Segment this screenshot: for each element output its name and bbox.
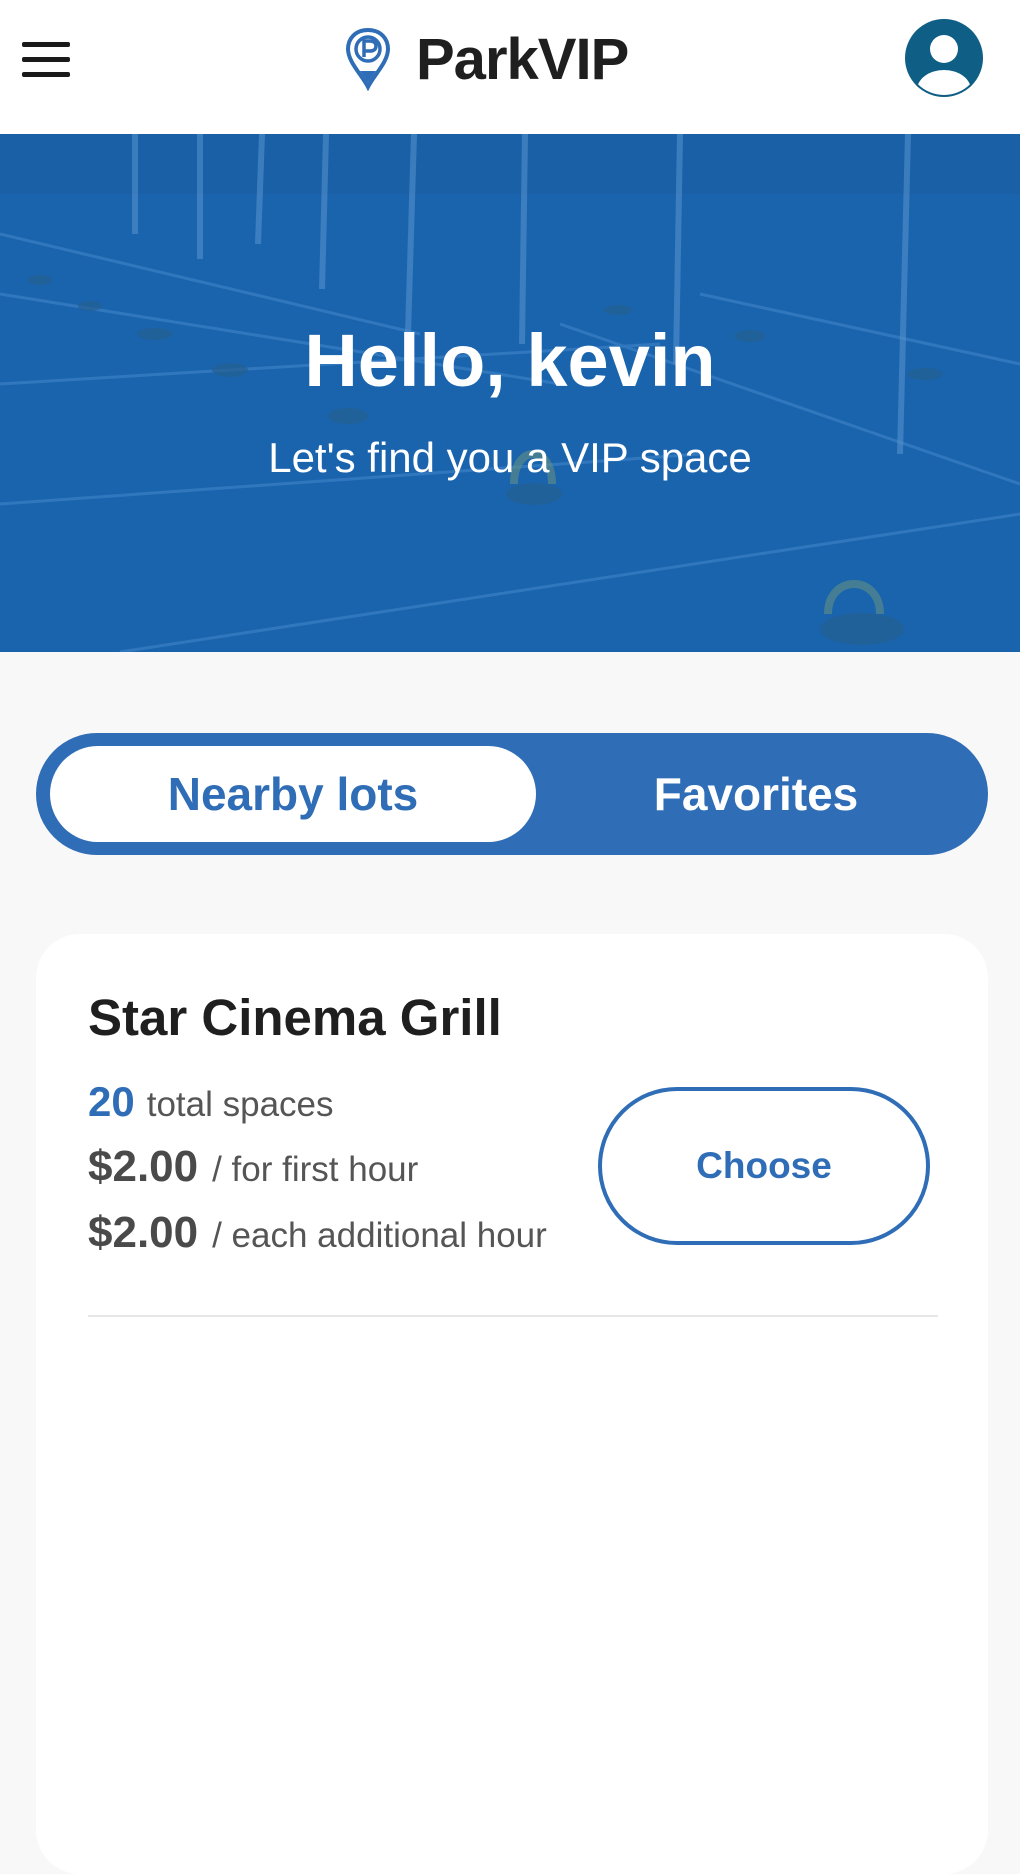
additional-hour-price-row: $2.00 / each additional hour xyxy=(88,1208,547,1258)
hero-banner: Hello, kevin Let's find you a VIP space xyxy=(0,134,1020,652)
parking-pin-icon xyxy=(345,27,391,91)
app-bar: ParkVIP xyxy=(0,0,1020,134)
total-spaces-label: total spaces xyxy=(146,1085,334,1124)
greeting-subtitle: Let's find you a VIP space xyxy=(268,434,752,481)
total-spaces-row: 20 total spaces xyxy=(88,1078,334,1126)
additional-hour-label: / each additional hour xyxy=(212,1216,547,1255)
additional-hour-price: $2.00 xyxy=(88,1208,199,1257)
tab-nearby-lots[interactable]: Nearby lots xyxy=(50,746,536,842)
total-spaces-count: 20 xyxy=(88,1078,135,1125)
choose-lot-button[interactable]: Choose xyxy=(598,1087,930,1245)
lot-name: Star Cinema Grill xyxy=(88,989,502,1046)
user-avatar-icon[interactable] xyxy=(904,18,984,98)
app-name: ParkVIP xyxy=(416,26,629,92)
first-hour-price-row: $2.00 / for first hour xyxy=(88,1142,418,1192)
app-logo: ParkVIP xyxy=(344,24,629,94)
lot-card: Star Cinema Grill 20 total spaces $2.00 … xyxy=(36,934,988,1874)
hamburger-menu-icon[interactable] xyxy=(22,42,72,78)
tab-favorites[interactable]: Favorites xyxy=(532,746,980,842)
greeting-title: Hello, kevin xyxy=(304,319,716,402)
lots-tab-switcher: Nearby lots Favorites xyxy=(36,733,988,855)
first-hour-price: $2.00 xyxy=(88,1142,199,1191)
card-divider xyxy=(88,1315,938,1317)
first-hour-label: / for first hour xyxy=(212,1150,419,1189)
